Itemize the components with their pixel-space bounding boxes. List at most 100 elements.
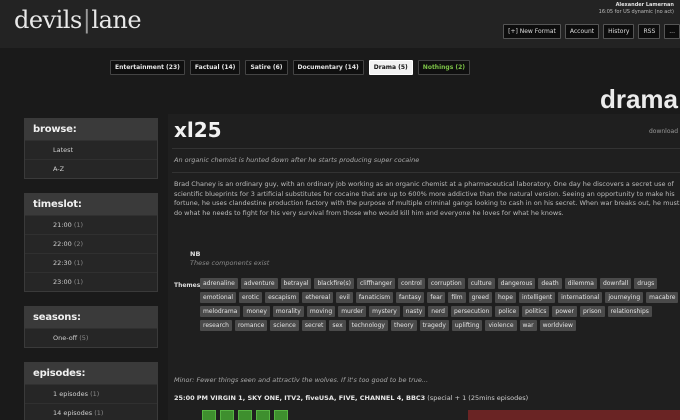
theme-tag[interactable]: ethereal xyxy=(302,292,334,303)
theme-tag[interactable]: adrenaline xyxy=(200,278,238,289)
theme-tag[interactable]: research xyxy=(200,320,232,331)
nav-rss[interactable]: RSS xyxy=(638,24,661,39)
theme-tag[interactable]: emotional xyxy=(200,292,237,303)
tab-drama[interactable]: Drama (5) xyxy=(368,60,413,75)
theme-tag[interactable]: technology xyxy=(348,320,388,331)
theme-tag[interactable]: corruption xyxy=(427,278,465,289)
theme-tag[interactable]: tragedy xyxy=(419,320,449,331)
theme-tag[interactable]: relationships xyxy=(607,306,652,317)
user-name[interactable]: Alexander Lamernan xyxy=(599,2,674,9)
theme-tag[interactable]: evil xyxy=(336,292,353,303)
item-label: 22:30 xyxy=(53,259,72,267)
theme-tag[interactable]: power xyxy=(552,306,577,317)
theme-tag[interactable]: blackfire(s) xyxy=(314,278,354,289)
theme-tag[interactable]: downfall xyxy=(599,278,632,289)
tab-entertainment[interactable]: Entertainment (23) xyxy=(110,60,185,75)
show-title: xl25 xyxy=(174,118,222,142)
theme-tag[interactable]: betrayal xyxy=(280,278,312,289)
theme-tag[interactable]: theory xyxy=(390,320,417,331)
sidebar-item-one-off[interactable]: One-off (5) xyxy=(25,328,157,347)
item-count: (1) xyxy=(73,259,84,267)
broadcast-note: (special + 1 (25mins episodes) xyxy=(427,394,529,402)
episode-marker[interactable] xyxy=(238,410,252,420)
show-tagline: An organic chemist is hunted down after … xyxy=(174,156,420,164)
sidebar-item-2200[interactable]: 22:00 (2) xyxy=(25,234,157,253)
theme-tag[interactable]: international xyxy=(558,292,603,303)
episodes-heading: episodes: xyxy=(25,363,157,384)
theme-tag[interactable]: sex xyxy=(329,320,346,331)
sidebar-item-14-episodes[interactable]: 14 episodes (1) xyxy=(25,403,157,420)
theme-tag[interactable]: melodrama xyxy=(200,306,241,317)
theme-tag[interactable]: hope xyxy=(494,292,516,303)
sidebar-item-1-episodes[interactable]: 1 episodes (1) xyxy=(25,384,157,403)
nav-history[interactable]: History xyxy=(603,24,635,39)
theme-tag[interactable]: money xyxy=(243,306,270,317)
sidebar-item-a-z[interactable]: A-Z xyxy=(25,159,157,178)
theme-tag[interactable]: mystery xyxy=(369,306,400,317)
site-header: devils|lane Alexander Lamernan 16:05 for… xyxy=(0,0,680,48)
theme-tag[interactable]: death xyxy=(538,278,562,289)
theme-tag[interactable]: culture xyxy=(467,278,495,289)
item-label: One-off xyxy=(53,334,78,342)
episode-marker[interactable] xyxy=(220,410,234,420)
theme-tag[interactable]: dangerous xyxy=(497,278,536,289)
episode-marker[interactable] xyxy=(256,410,270,420)
item-label: 1 episodes xyxy=(53,390,89,398)
theme-tag[interactable]: journeying xyxy=(605,292,644,303)
theme-tag[interactable]: dilemma xyxy=(564,278,597,289)
theme-tag[interactable]: nerd xyxy=(428,306,448,317)
theme-tag[interactable]: romance xyxy=(234,320,268,331)
theme-tag[interactable]: prison xyxy=(579,306,605,317)
theme-tag[interactable]: science xyxy=(270,320,299,331)
nav-new-format[interactable]: [+] New Format xyxy=(503,24,561,39)
theme-tag[interactable]: greed xyxy=(468,292,492,303)
site-logo[interactable]: devils|lane xyxy=(14,6,142,34)
sidebar-item-2100[interactable]: 21:00 (1) xyxy=(25,215,157,234)
item-label: 14 episodes xyxy=(53,409,93,417)
nav-more[interactable]: ... xyxy=(664,24,680,39)
theme-tag[interactable]: war xyxy=(519,320,537,331)
nav-account[interactable]: Account xyxy=(564,24,600,39)
theme-tag[interactable]: politics xyxy=(522,306,550,317)
sidebar-item-latest[interactable]: Latest xyxy=(25,140,157,159)
theme-tag[interactable]: violence xyxy=(485,320,517,331)
download-link[interactable]: download xyxy=(649,128,678,135)
theme-tag[interactable]: erotic xyxy=(239,292,263,303)
sidebar-item-2230[interactable]: 22:30 (1) xyxy=(25,253,157,272)
episode-marker[interactable] xyxy=(274,410,288,420)
theme-tag[interactable]: morality xyxy=(272,306,304,317)
episode-marker[interactable] xyxy=(202,410,216,420)
tab-satire[interactable]: Satire (6) xyxy=(245,60,288,75)
theme-tag[interactable]: fear xyxy=(427,292,446,303)
theme-tag[interactable]: fantasy xyxy=(396,292,425,303)
item-count: (1) xyxy=(90,390,100,398)
theme-tag[interactable]: police xyxy=(495,306,520,317)
theme-tag[interactable]: uplifting xyxy=(451,320,483,331)
theme-tag[interactable]: intelligent xyxy=(518,292,556,303)
note-heading: NB xyxy=(190,250,201,258)
tab-nothings[interactable]: Nothings (2) xyxy=(417,60,471,75)
theme-tag[interactable]: drugs xyxy=(634,278,658,289)
theme-tag[interactable]: secret xyxy=(301,320,327,331)
theme-tag[interactable]: worldview xyxy=(539,320,576,331)
show-description: Brad Chaney is an ordinary guy, with an … xyxy=(174,180,680,217)
theme-tag[interactable]: adventure xyxy=(240,278,278,289)
theme-tag[interactable]: fanaticism xyxy=(355,292,394,303)
theme-tag[interactable]: control xyxy=(398,278,425,289)
theme-tag[interactable]: murder xyxy=(338,306,367,317)
theme-tag[interactable]: moving xyxy=(306,306,336,317)
tab-factual[interactable]: Factual (14) xyxy=(189,60,241,75)
show-note: NB These components exist xyxy=(190,250,269,268)
item-count: (1) xyxy=(73,278,84,286)
theme-tag[interactable]: nasty xyxy=(402,306,426,317)
theme-tag[interactable]: film xyxy=(448,292,466,303)
theme-tag[interactable]: macabre xyxy=(646,292,679,303)
theme-tag[interactable]: cliffhanger xyxy=(356,278,395,289)
theme-tags: adrenaline adventure betrayal blackfire(s) c… xyxy=(200,278,680,331)
show-detail: xl25 download An organic chemist is hunt… xyxy=(168,114,680,420)
sidebar-item-2300[interactable]: 23:00 (1) xyxy=(25,272,157,291)
seasons-panel: seasons: One-off (5) xyxy=(24,306,158,348)
tab-documentary[interactable]: Documentary (14) xyxy=(292,60,364,75)
theme-tag[interactable]: persecution xyxy=(450,306,493,317)
theme-tag[interactable]: escapism xyxy=(265,292,300,303)
